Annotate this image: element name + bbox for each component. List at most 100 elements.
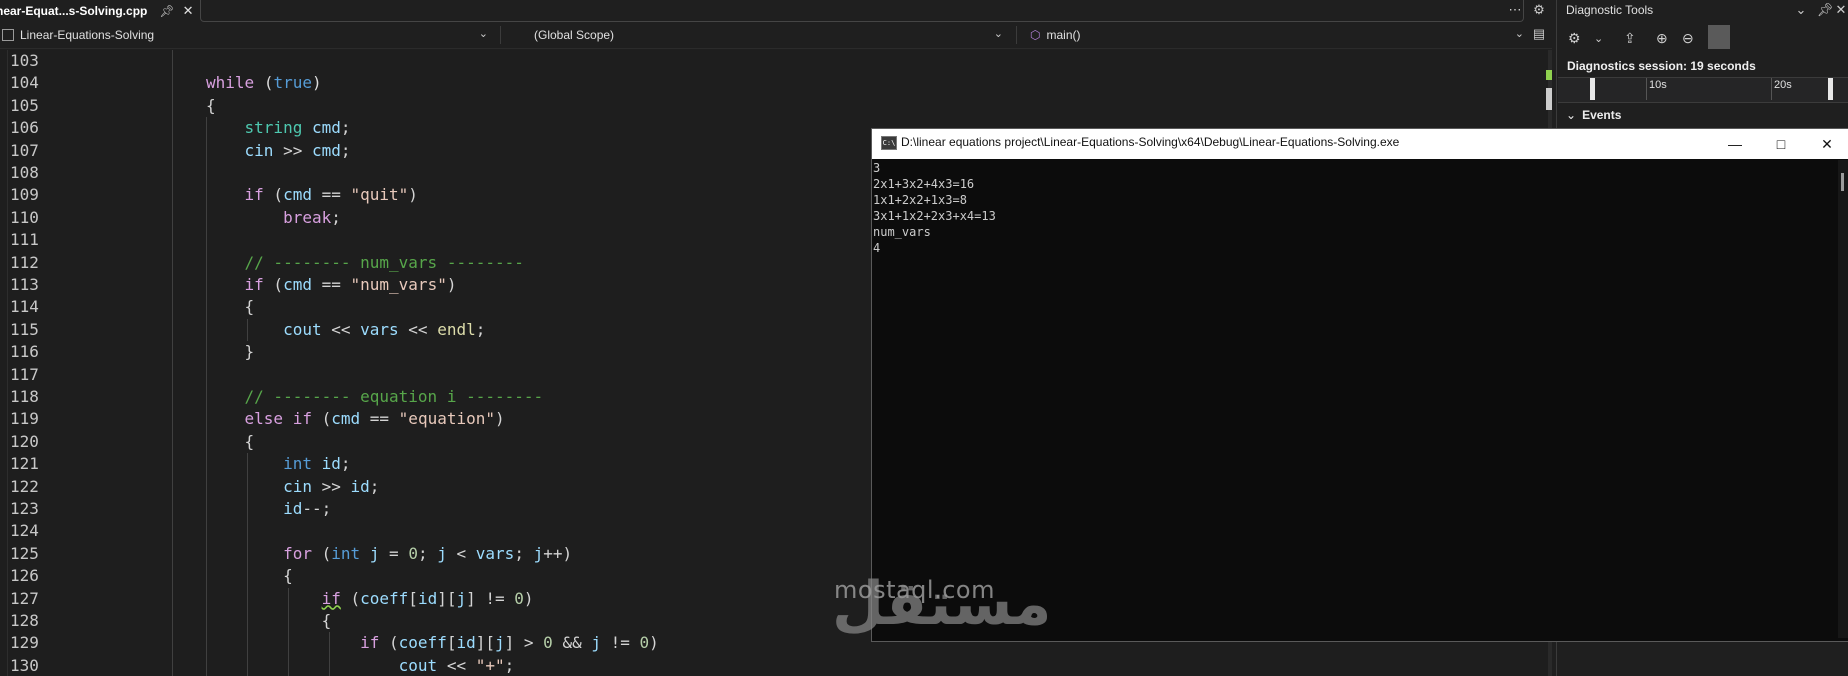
line-number: 124: [10, 521, 39, 541]
code-line: cin >> cmd;: [244, 140, 351, 160]
timeline-handle-left[interactable]: [1590, 78, 1595, 100]
reset-zoom-button[interactable]: [1708, 25, 1730, 49]
zoom-in-icon[interactable]: ⊕: [1656, 30, 1668, 47]
chevron-down-icon: ⌄: [1566, 108, 1577, 122]
scope-label: (Global Scope): [534, 28, 615, 42]
scope-dropdown[interactable]: (Global Scope) ⌄: [507, 24, 1011, 46]
code-line: int id;: [283, 454, 351, 474]
more-icon[interactable]: ⋯: [1506, 2, 1524, 18]
split-editor-icon[interactable]: ▤: [1530, 26, 1548, 42]
close-icon[interactable]: ✕: [183, 3, 194, 19]
gear-icon[interactable]: ⚙: [1530, 2, 1548, 18]
line-number: 125: [10, 543, 39, 563]
code-line: {: [206, 611, 332, 630]
line-number: 104: [10, 73, 39, 93]
timeline-tick: [1646, 78, 1647, 100]
code-line: // -------- equation i --------: [244, 387, 544, 406]
code-line: {: [206, 297, 255, 317]
events-section-header[interactable]: ⌄ Events: [1558, 104, 1848, 126]
project-label: Linear-Equations-Solving: [20, 28, 155, 42]
tab-active-file[interactable]: near-Equat...s-Solving.cpp 📌︎ ✕: [0, 0, 198, 22]
console-title: D:\linear equations project\Linear-Equat…: [901, 135, 1400, 149]
code-line: // -------- num_vars --------: [244, 252, 524, 272]
code-line: if (coeff[id][j] != 0): [321, 588, 534, 608]
chevron-down-icon: ⌄: [993, 28, 1003, 40]
code-line: }: [206, 342, 255, 362]
tab-title: near-Equat...s-Solving.cpp: [0, 3, 148, 18]
line-number: 120: [10, 431, 39, 451]
line-number: 108: [10, 163, 39, 182]
gutter: [0, 50, 8, 676]
console-icon: C:\: [881, 136, 897, 150]
line-number: 123: [10, 499, 39, 518]
member-dropdown[interactable]: ⬡ main() ⌄: [1022, 24, 1532, 46]
line-number: 121: [10, 454, 39, 474]
code-line: cin >> id;: [283, 476, 380, 496]
code-line: {: [206, 431, 255, 451]
pin-icon[interactable]: 📌︎: [159, 4, 174, 18]
line-number: 118: [10, 387, 39, 406]
project-icon: [2, 29, 14, 41]
line-number: 122: [10, 476, 39, 496]
chevron-down-icon[interactable]: ⌄: [1792, 2, 1810, 18]
code-line: break;: [283, 207, 341, 227]
watermark-text: mostaql.com: [834, 576, 995, 604]
line-number: 106: [10, 118, 39, 138]
close-button[interactable]: ✕: [1804, 132, 1848, 156]
code-line: if (cmd == "num_vars"): [244, 275, 457, 294]
line-number: 113: [10, 275, 39, 294]
code-line: else if (cmd == "equation"): [244, 409, 505, 429]
session-duration: Diagnostics session: 19 seconds: [1567, 59, 1756, 73]
line-number: 109: [10, 185, 39, 205]
line-number: 119: [10, 409, 39, 429]
method-icon: ⬡: [1030, 28, 1041, 42]
line-number: 128: [10, 611, 39, 630]
line-number: 126: [10, 566, 39, 586]
line-number: 127: [10, 588, 39, 608]
console-output: 3 2x1+3x2+4x3=16 1x1+2x2+1x3=8 3x1+1x2+2…: [873, 161, 996, 255]
maximize-button[interactable]: □: [1758, 132, 1804, 156]
timeline-tick: [1771, 78, 1772, 100]
timeline[interactable]: [1558, 77, 1848, 103]
scope-guide: [172, 50, 173, 676]
code-line: cout << vars << endl;: [283, 319, 486, 339]
code-line: if (coeff[id][j] > 0 && j != 0): [360, 633, 659, 653]
line-number: 129: [10, 633, 39, 653]
timeline-handle-right[interactable]: [1828, 78, 1833, 100]
line-number: 111: [10, 230, 39, 250]
events-label: Events: [1582, 108, 1622, 122]
code-line: while (true): [206, 73, 322, 93]
member-label: main(): [1046, 28, 1081, 42]
code-line: {: [206, 566, 293, 586]
code-line: {: [206, 95, 216, 115]
tab-strip: [200, 0, 1524, 22]
code-line: string cmd;: [244, 118, 351, 138]
timeline-label-20s: 20s: [1774, 79, 1792, 91]
minimize-button[interactable]: —: [1712, 132, 1758, 156]
divider: [1016, 26, 1017, 44]
line-number: 116: [10, 342, 39, 362]
timeline-label-10s: 10s: [1649, 79, 1667, 91]
settings-icon[interactable]: ⚙: [1568, 30, 1581, 47]
chevron-down-icon[interactable]: ⌄: [1594, 32, 1603, 45]
code-line: id--;: [283, 499, 332, 518]
export-icon[interactable]: ⇪: [1624, 30, 1636, 47]
project-dropdown[interactable]: Linear-Equations-Solving ⌄: [0, 24, 496, 46]
line-number: 112: [10, 252, 39, 272]
close-icon[interactable]: ✕: [1832, 2, 1848, 18]
code-line: for (int j = 0; j < vars; j++): [283, 543, 573, 563]
console-scroll-thumb[interactable]: [1841, 173, 1844, 191]
scroll-thumb[interactable]: [1546, 88, 1552, 110]
line-number: 110: [10, 207, 39, 227]
chevron-down-icon: ⌄: [1514, 28, 1524, 40]
line-number: 115: [10, 319, 39, 339]
console-scrollbar[interactable]: [1838, 160, 1848, 638]
line-number: 114: [10, 297, 39, 317]
panel-title: Diagnostic Tools: [1566, 3, 1654, 17]
line-number: 117: [10, 364, 39, 384]
zoom-out-icon[interactable]: ⊖: [1682, 30, 1694, 47]
line-number: 130: [10, 655, 39, 675]
divider: [500, 26, 501, 44]
change-marker: [1546, 70, 1552, 80]
line-number: 107: [10, 140, 39, 160]
